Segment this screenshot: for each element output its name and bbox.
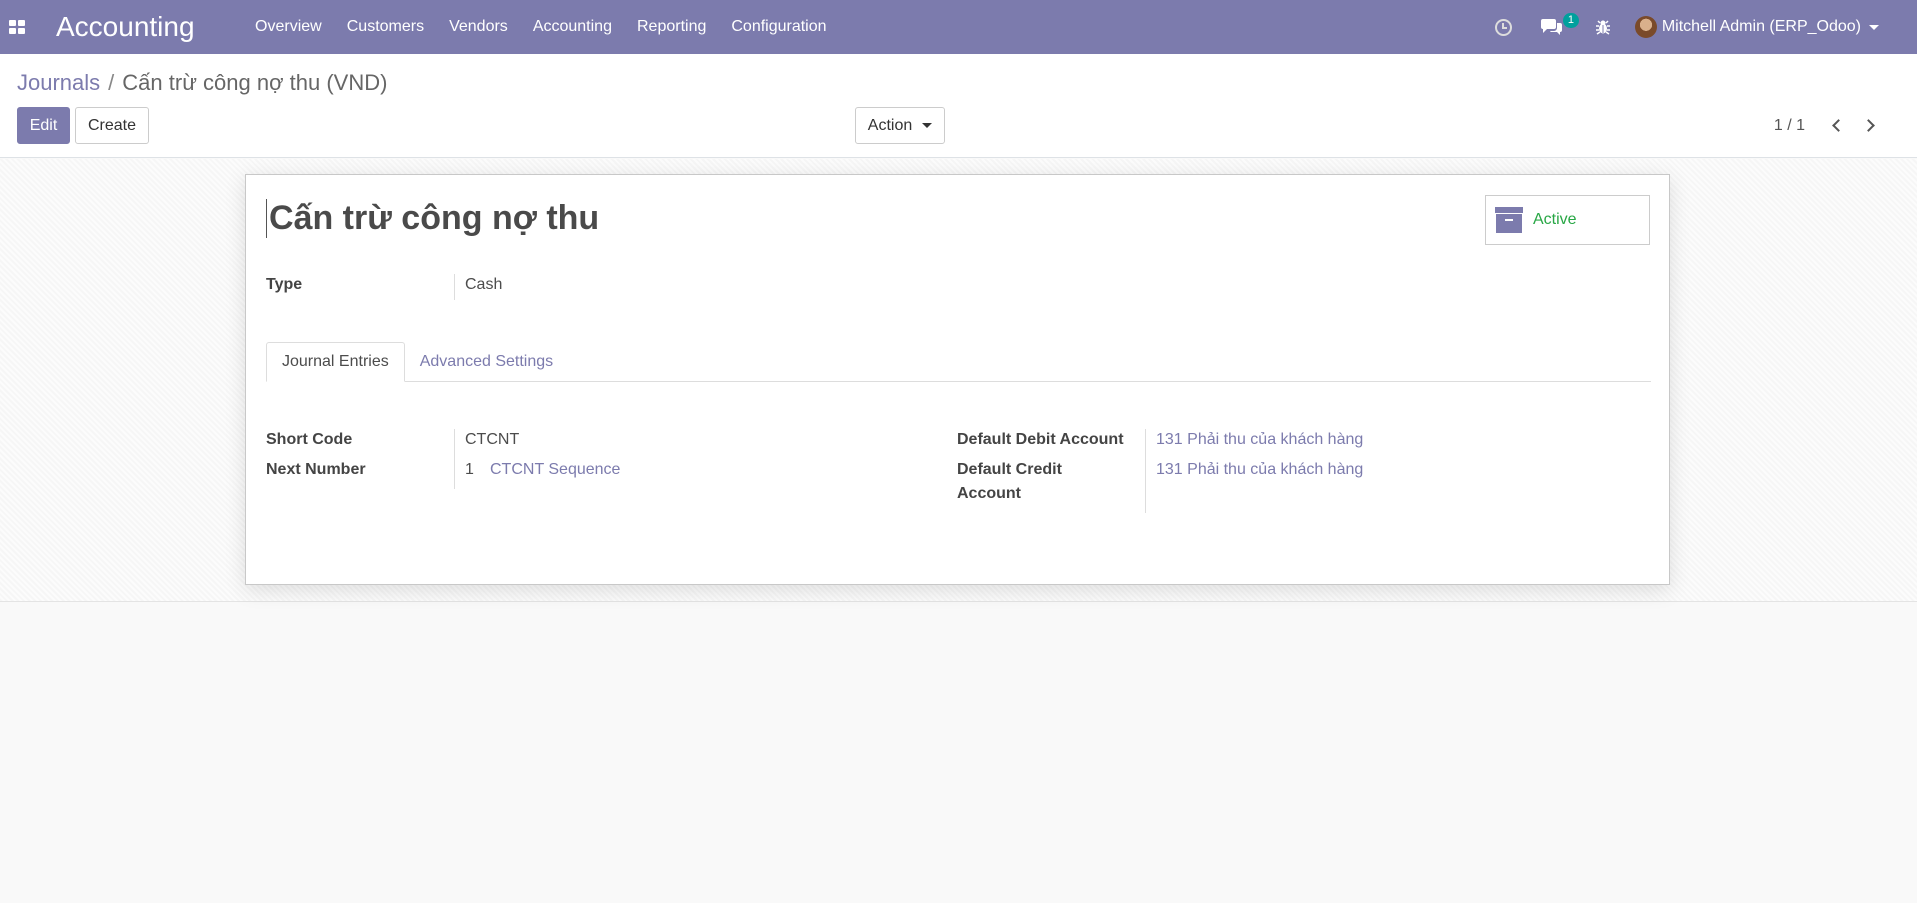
breadcrumb-separator: / [108,70,115,95]
debug-button[interactable] [1589,0,1635,54]
default-credit-account-label-line2: Account [957,485,1021,502]
systray: 1 Mitchell Admin (ERP_Odoo) [1483,0,1917,54]
pager: 1 / 1 [1774,107,1887,144]
apps-menu-button[interactable] [0,0,34,54]
next-number-value: 1 [465,461,474,478]
active-label: Active [1533,211,1577,228]
archive-icon [1495,207,1523,233]
create-button[interactable]: Create [75,107,149,144]
field-separator [1145,429,1146,513]
type-value: Cash [465,276,503,293]
top-navbar: Accounting Overview Customers Vendors Ac… [0,0,1917,54]
bug-icon [1595,20,1610,35]
menu-item-configuration[interactable]: Configuration [719,0,839,54]
pager-next-button[interactable] [1853,111,1887,141]
messages-button[interactable]: 1 [1531,0,1589,54]
chevron-down-icon [1869,24,1879,30]
default-credit-account-label-line1: Default Credit [957,461,1062,478]
form-sheet: Cấn trừ công nợ thu Active Type Cash Jou… [245,174,1670,585]
breadcrumb-journals[interactable]: Journals [17,70,100,96]
field-separator [454,429,455,489]
user-name: Mitchell Admin (ERP_Odoo) [1661,18,1861,35]
menu-item-vendors[interactable]: Vendors [437,0,521,54]
notebook-tabs: Journal Entries Advanced Settings [266,342,1651,382]
user-menu[interactable]: Mitchell Admin (ERP_Odoo) [1634,0,1917,54]
menu-item-reporting[interactable]: Reporting [624,0,718,54]
menu-item-accounting[interactable]: Accounting [520,0,624,54]
menu-item-overview[interactable]: Overview [243,0,335,54]
active-toggle-button[interactable]: Active [1485,195,1650,245]
main-menu: Overview Customers Vendors Accounting Re… [243,0,839,54]
type-label: Type [266,276,303,293]
tab-journal-entries[interactable]: Journal Entries [266,342,405,382]
short-code-value: CTCNT [465,431,520,448]
next-number-label: Next Number [266,461,366,478]
sequence-link[interactable]: CTCNT Sequence [490,461,620,479]
default-debit-account-value[interactable]: 131 Phải thu của khách hàng [1156,431,1363,449]
activity-button[interactable] [1483,0,1531,54]
default-credit-account-value[interactable]: 131 Phải thu của khách hàng [1156,461,1363,479]
action-dropdown-button[interactable]: Action [855,107,945,144]
chat-icon [1540,19,1562,35]
chevron-left-icon [1831,119,1845,132]
apps-grid-icon [9,20,25,34]
menu-item-customers[interactable]: Customers [334,0,436,54]
pager-previous-button[interactable] [1819,111,1853,141]
app-brand[interactable]: Accounting [56,11,195,43]
pager-value[interactable]: 1 / 1 [1774,117,1805,135]
breadcrumb-current: Cấn trừ công nợ thu (VND) [122,70,388,95]
control-panel: Journals / Cấn trừ công nợ thu (VND) Edi… [0,54,1917,158]
edit-button[interactable]: Edit [17,107,70,144]
tab-advanced-settings[interactable]: Advanced Settings [405,342,568,382]
messages-badge: 1 [1562,13,1579,28]
clock-icon [1494,18,1512,36]
breadcrumb: Journals / Cấn trừ công nợ thu (VND) [17,70,387,96]
chevron-right-icon [1861,119,1875,132]
record-name: Cấn trừ công nợ thu [266,199,599,238]
caret-down-icon [922,123,933,128]
short-code-label: Short Code [266,431,353,448]
default-debit-account-label: Default Debit Account [957,431,1124,448]
action-label: Action [867,116,913,134]
avatar [1634,16,1657,38]
field-separator [454,274,455,300]
